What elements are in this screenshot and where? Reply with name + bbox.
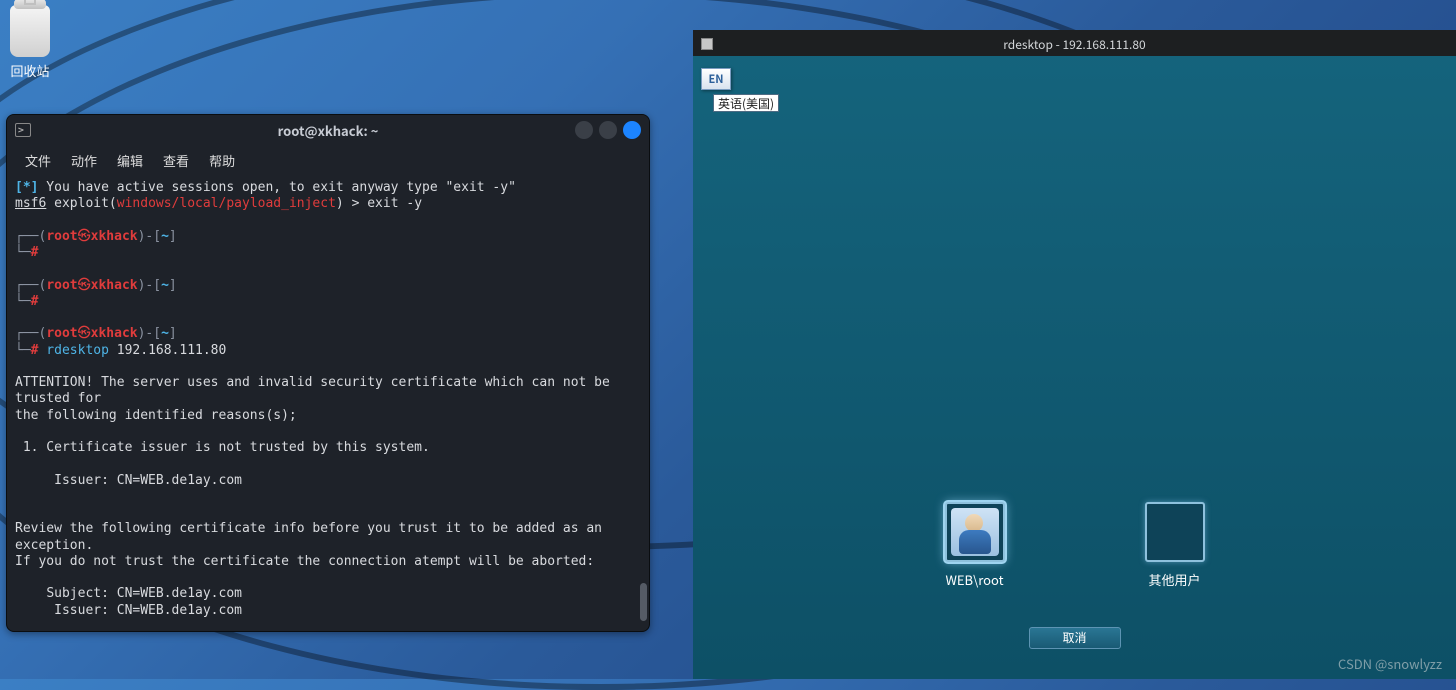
user-tiles: WEB\root 其他用户 [693, 502, 1456, 589]
menu-view[interactable]: 查看 [155, 149, 197, 172]
maximize-button[interactable] [599, 121, 617, 139]
watermark: CSDN @snowlyzz [1338, 654, 1442, 673]
user-tile-webroot[interactable]: WEB\root [945, 502, 1005, 589]
terminal-title: root@xkhack: ~ [7, 121, 649, 140]
language-indicator[interactable]: EN [701, 68, 731, 90]
user-empty-frame [1145, 502, 1205, 562]
terminal-window: root@xkhack: ~ 文件 动作 编辑 查看 帮助 [*] You ha… [6, 114, 650, 632]
rdesktop-title: rdesktop - 192.168.111.80 [693, 36, 1456, 53]
user-avatar-icon [951, 508, 999, 556]
user-tile-other[interactable]: 其他用户 [1145, 502, 1205, 589]
trash-icon [10, 5, 50, 57]
menu-help[interactable]: 帮助 [201, 149, 243, 172]
recycle-bin[interactable]: 回收站 [10, 5, 50, 80]
cancel-button[interactable]: 取消 [1029, 627, 1121, 649]
terminal-titlebar[interactable]: root@xkhack: ~ [7, 115, 649, 145]
menu-edit[interactable]: 编辑 [109, 149, 151, 172]
close-button[interactable] [623, 121, 641, 139]
menu-action[interactable]: 动作 [63, 149, 105, 172]
rdesktop-body: EN 英语(美国) WEB\root 其他用户 取消 [693, 56, 1456, 679]
recycle-bin-label: 回收站 [10, 61, 50, 80]
rdesktop-window: rdesktop - 192.168.111.80 EN 英语(美国) WEB\… [693, 30, 1456, 679]
user-avatar-frame [945, 502, 1005, 562]
rdesktop-titlebar[interactable]: rdesktop - 192.168.111.80 [693, 32, 1456, 56]
terminal-menubar: 文件 动作 编辑 查看 帮助 [7, 145, 649, 176]
language-tooltip: 英语(美国) [713, 94, 779, 112]
terminal-content[interactable]: [*] You have active sessions open, to ex… [7, 176, 649, 631]
user-tile-label: 其他用户 [1145, 570, 1205, 589]
user-tile-label: WEB\root [945, 570, 1005, 589]
minimize-button[interactable] [575, 121, 593, 139]
scrollbar-thumb[interactable] [640, 583, 647, 621]
menu-file[interactable]: 文件 [17, 149, 59, 172]
